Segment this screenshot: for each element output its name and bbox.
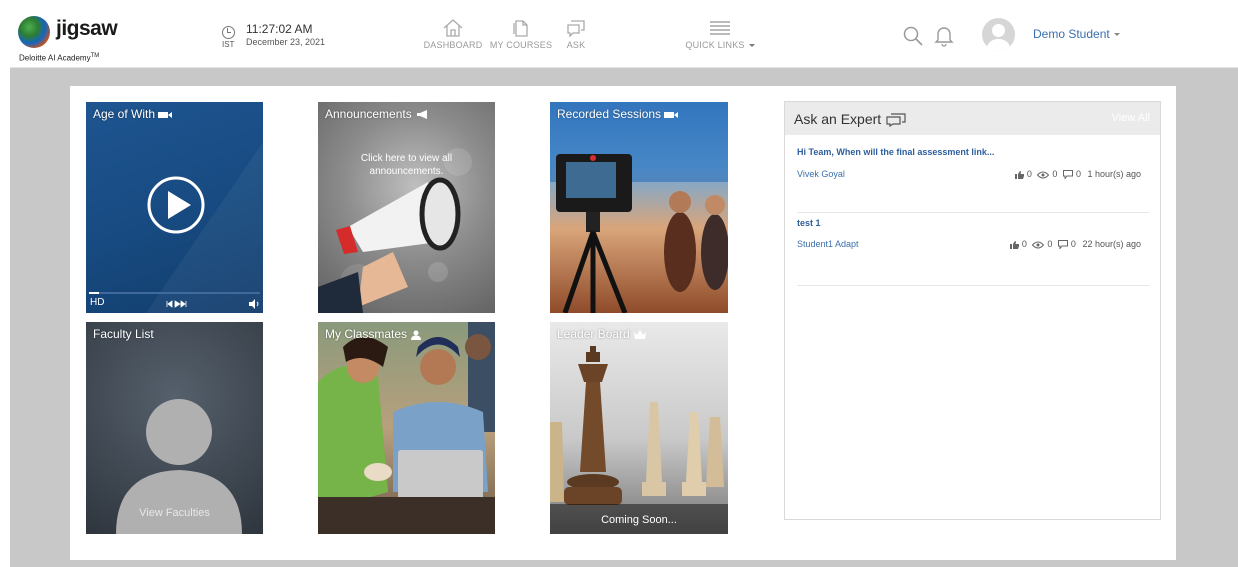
video-camera-icon (664, 111, 679, 118)
tile-announcements[interactable]: Announcements Click here to view all ann… (318, 102, 495, 313)
top-header: jigsaw Deloitte AI AcademyTM IST 11:27:0… (10, 10, 1238, 68)
search-icon[interactable] (902, 25, 924, 47)
question-author[interactable]: Vivek Goyal (797, 169, 845, 179)
ask-an-expert-header: Ask an Expert View All (785, 102, 1160, 135)
play-icon[interactable] (146, 175, 206, 235)
chevron-down-icon (1113, 33, 1120, 37)
tile-age-of-with[interactable]: Age of With HD (86, 102, 263, 313)
clock-icon (222, 26, 235, 39)
comment-icon (1057, 240, 1068, 250)
content-frame: Age of With HD Announcements Click here … (10, 68, 1238, 567)
tile-faculty-list-title: Faculty List (93, 327, 154, 341)
brand-name: jigsaw (56, 17, 118, 40)
chat-icon (886, 113, 906, 128)
brand-tagline: Deloitte AI AcademyTM (19, 53, 100, 63)
ask-an-expert-panel: Ask an Expert View All Hi Team, When wil… (784, 101, 1161, 520)
nav-ask[interactable]: ASK (560, 18, 592, 62)
question-stats: 0 0 0 22 hour(s) ago (1007, 239, 1141, 250)
bell-icon[interactable] (934, 25, 954, 47)
video-camera-icon (158, 111, 173, 118)
nav-quick-links-label: QUICK LINKS (682, 40, 758, 50)
clock-date: December 23, 2021 (246, 37, 326, 47)
crown-icon (633, 330, 646, 340)
eye-icon (1032, 241, 1045, 249)
logo-globe-icon (18, 16, 50, 48)
view-faculties-link[interactable]: View Faculties (86, 507, 263, 519)
media-controls-icon[interactable] (166, 300, 188, 308)
thumbs-up-icon (1014, 170, 1024, 179)
question-author[interactable]: Student1 Adapt (797, 239, 859, 249)
tile-recorded-sessions-title: Recorded Sessions (557, 107, 679, 121)
clock-widget: IST 11:27:02 AM December 23, 2021 (222, 22, 362, 52)
user-avatar[interactable] (982, 18, 1015, 51)
nav-my-courses-label: MY COURSES (489, 40, 553, 50)
question-title[interactable]: Hi Team, When will the final assessment … (797, 147, 1149, 157)
nav-my-courses[interactable]: MY COURSES (487, 18, 555, 62)
question-item[interactable]: Hi Team, When will the final assessment … (797, 147, 1149, 213)
eye-icon (1037, 171, 1050, 179)
comment-icon (1062, 170, 1073, 180)
question-item[interactable]: test 1 Student1 Adapt 0 0 0 22 hour(s) a… (797, 218, 1149, 286)
view-all-link[interactable]: View All (1112, 112, 1150, 124)
document-icon (513, 20, 528, 37)
nav-ask-label: ASK (566, 40, 586, 50)
question-time: 1 hour(s) ago (1087, 169, 1141, 179)
nav-dashboard-label: DASHBOARD (423, 40, 483, 50)
clock-time: 11:27:02 AM (246, 22, 313, 36)
nav-quick-links[interactable]: QUICK LINKS (682, 18, 758, 62)
list-icon (710, 21, 730, 35)
tile-announcements-title: Announcements (325, 107, 429, 121)
nav-dashboard[interactable]: DASHBOARD (422, 18, 484, 62)
tile-leader-board[interactable]: Leader Board Coming Soon... (550, 322, 728, 534)
chevron-down-icon (748, 44, 755, 48)
thumbs-up-icon (1009, 240, 1019, 249)
tile-my-classmates-title: My Classmates (325, 327, 422, 341)
home-icon (443, 19, 463, 37)
person-placeholder-icon (116, 399, 242, 534)
tile-age-of-with-title: Age of With (93, 107, 173, 121)
question-title[interactable]: test 1 (797, 218, 1149, 228)
video-quality[interactable]: HD (90, 297, 104, 308)
chat-icon (567, 20, 585, 38)
announcements-hint[interactable]: Click here to view all announcements. (348, 152, 465, 178)
user-menu[interactable]: Demo Student (1033, 27, 1120, 41)
question-time: 22 hour(s) ago (1082, 239, 1141, 249)
ask-an-expert-title: Ask an Expert (794, 111, 906, 128)
tile-recorded-sessions[interactable]: Recorded Sessions (550, 102, 728, 313)
dashboard-panel: Age of With HD Announcements Click here … (70, 86, 1176, 560)
brand-logo[interactable]: jigsaw Deloitte AI AcademyTM (16, 16, 126, 66)
question-stats: 0 0 0 1 hour(s) ago (1012, 169, 1141, 180)
video-progress-bar[interactable] (89, 292, 260, 294)
tile-leader-board-title: Leader Board (557, 327, 646, 341)
tile-faculty-list[interactable]: Faculty List View Faculties (86, 322, 263, 534)
megaphone-icon (416, 110, 427, 120)
tile-my-classmates[interactable]: My Classmates (318, 322, 495, 534)
coming-soon-label: Coming Soon... (601, 514, 677, 526)
person-icon (411, 330, 422, 340)
clock-timezone: IST (222, 40, 235, 49)
volume-icon[interactable] (248, 299, 260, 309)
